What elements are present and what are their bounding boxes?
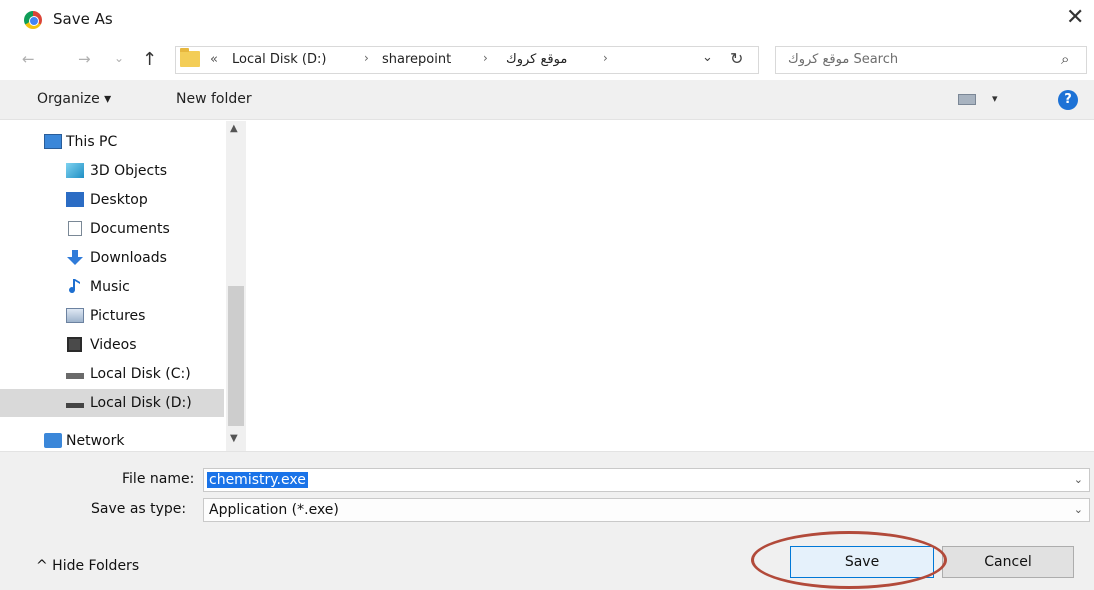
address-dropdown-icon[interactable]: ⌄ xyxy=(702,50,713,65)
close-icon[interactable]: ✕ xyxy=(1066,6,1084,30)
new-folder-button[interactable]: New folder xyxy=(176,91,252,107)
music-icon xyxy=(69,279,80,294)
save-as-type-value: Application (*.exe) xyxy=(209,502,339,518)
sidebar-item-label: Pictures xyxy=(90,308,146,324)
breadcrumb-item-current[interactable]: موقع كروك xyxy=(506,52,567,67)
sidebar-item-label: Downloads xyxy=(90,250,167,266)
title-bar: Save As ✕ xyxy=(0,0,1094,40)
recent-locations-icon[interactable]: ⌄ xyxy=(114,51,124,65)
search-icon[interactable]: ⌕ xyxy=(1061,50,1069,68)
breadcrumb-separator[interactable]: › xyxy=(603,51,608,65)
sidebar-item-label: Local Disk (D:) xyxy=(90,395,192,411)
breadcrumb-separator[interactable]: › xyxy=(364,51,369,65)
folder-icon xyxy=(180,48,200,67)
search-placeholder: موقع كروك Search xyxy=(788,52,899,67)
cancel-button[interactable]: Cancel xyxy=(942,546,1074,578)
sidebar-item-videos[interactable]: Videos xyxy=(0,331,224,359)
sidebar-item-label: This PC xyxy=(66,134,118,150)
sidebar-item-pictures[interactable]: Pictures xyxy=(0,302,224,330)
sidebar-item-label: Documents xyxy=(90,221,170,237)
videos-icon xyxy=(67,337,82,352)
save-button[interactable]: Save xyxy=(790,546,934,578)
navigation-pane: This PC 3D Objects Desktop Documents Dow… xyxy=(0,121,248,451)
scroll-up-icon[interactable]: ▲ xyxy=(230,123,238,134)
breadcrumb-item-local-disk-d[interactable]: Local Disk (D:) xyxy=(232,52,326,67)
window-title: Save As xyxy=(53,10,113,28)
file-name-label: File name: xyxy=(122,471,195,487)
sidebar-item-label: Desktop xyxy=(90,192,148,208)
file-name-value: chemistry.exe xyxy=(207,472,308,488)
sidebar-item-label: Network xyxy=(66,433,125,449)
pictures-icon xyxy=(66,308,84,323)
sidebar-item-label: Videos xyxy=(90,337,137,353)
sidebar-item-label: Music xyxy=(90,279,130,295)
this-pc-icon xyxy=(44,134,62,149)
save-as-type-dropdown-icon[interactable]: ⌄ xyxy=(1074,503,1083,516)
save-form: File name: chemistry.exe ⌄ Save as type:… xyxy=(0,451,1094,590)
file-list-area[interactable] xyxy=(248,121,1094,451)
breadcrumb-overflow[interactable]: « xyxy=(210,52,218,67)
back-arrow-icon[interactable]: ← xyxy=(22,50,35,68)
save-as-type-select[interactable]: Application (*.exe) ⌄ xyxy=(203,498,1090,522)
local-disk-d-icon xyxy=(66,403,84,408)
view-dropdown-icon[interactable]: ▾ xyxy=(992,92,998,105)
sidebar-item-this-pc[interactable]: This PC xyxy=(0,128,224,156)
refresh-icon[interactable]: ↻ xyxy=(730,49,743,68)
sidebar-item-label: 3D Objects xyxy=(90,163,168,179)
downloads-icon xyxy=(67,250,83,265)
up-arrow-icon[interactable]: ↑ xyxy=(142,49,157,70)
search-box[interactable]: موقع كروك Search ⌕ xyxy=(775,46,1087,74)
documents-icon xyxy=(68,221,82,236)
address-bar[interactable]: « Local Disk (D:) › sharepoint › موقع كر… xyxy=(175,46,759,74)
sidebar-item-local-disk-c[interactable]: Local Disk (C:) xyxy=(0,360,224,388)
save-as-type-label: Save as type: xyxy=(91,501,187,517)
navigation-scrollbar[interactable]: ▲ ▼ xyxy=(226,121,246,451)
sidebar-item-desktop[interactable]: Desktop xyxy=(0,186,224,214)
sidebar-item-documents[interactable]: Documents xyxy=(0,215,224,243)
view-options-icon[interactable] xyxy=(958,94,976,105)
scroll-thumb[interactable] xyxy=(228,286,244,426)
help-icon[interactable]: ? xyxy=(1058,90,1078,110)
sidebar-item-label: Local Disk (C:) xyxy=(90,366,191,382)
scroll-down-icon[interactable]: ▼ xyxy=(230,433,238,444)
sidebar-item-downloads[interactable]: Downloads xyxy=(0,244,224,272)
file-name-dropdown-icon[interactable]: ⌄ xyxy=(1074,473,1083,486)
chrome-icon xyxy=(24,11,42,29)
organize-button[interactable]: Organize ▾ xyxy=(37,91,111,107)
breadcrumb-separator[interactable]: › xyxy=(483,51,488,65)
navigation-bar: ← → ⌄ ↑ « Local Disk (D:) › sharepoint ›… xyxy=(0,40,1094,80)
sidebar-item-local-disk-d[interactable]: Local Disk (D:) xyxy=(0,389,224,417)
file-name-input[interactable]: chemistry.exe ⌄ xyxy=(203,468,1090,492)
forward-arrow-icon[interactable]: → xyxy=(78,50,91,68)
desktop-icon xyxy=(66,192,84,207)
hide-folders-button[interactable]: ^ Hide Folders xyxy=(36,558,139,574)
breadcrumb-item-sharepoint[interactable]: sharepoint xyxy=(382,52,451,67)
sidebar-item-music[interactable]: Music xyxy=(0,273,224,301)
command-toolbar: Organize ▾ New folder ▾ ? xyxy=(0,80,1094,120)
sidebar-item-3d-objects[interactable]: 3D Objects xyxy=(0,157,224,185)
3d-objects-icon xyxy=(66,163,84,178)
local-disk-c-icon xyxy=(66,373,84,379)
network-icon xyxy=(44,433,62,448)
